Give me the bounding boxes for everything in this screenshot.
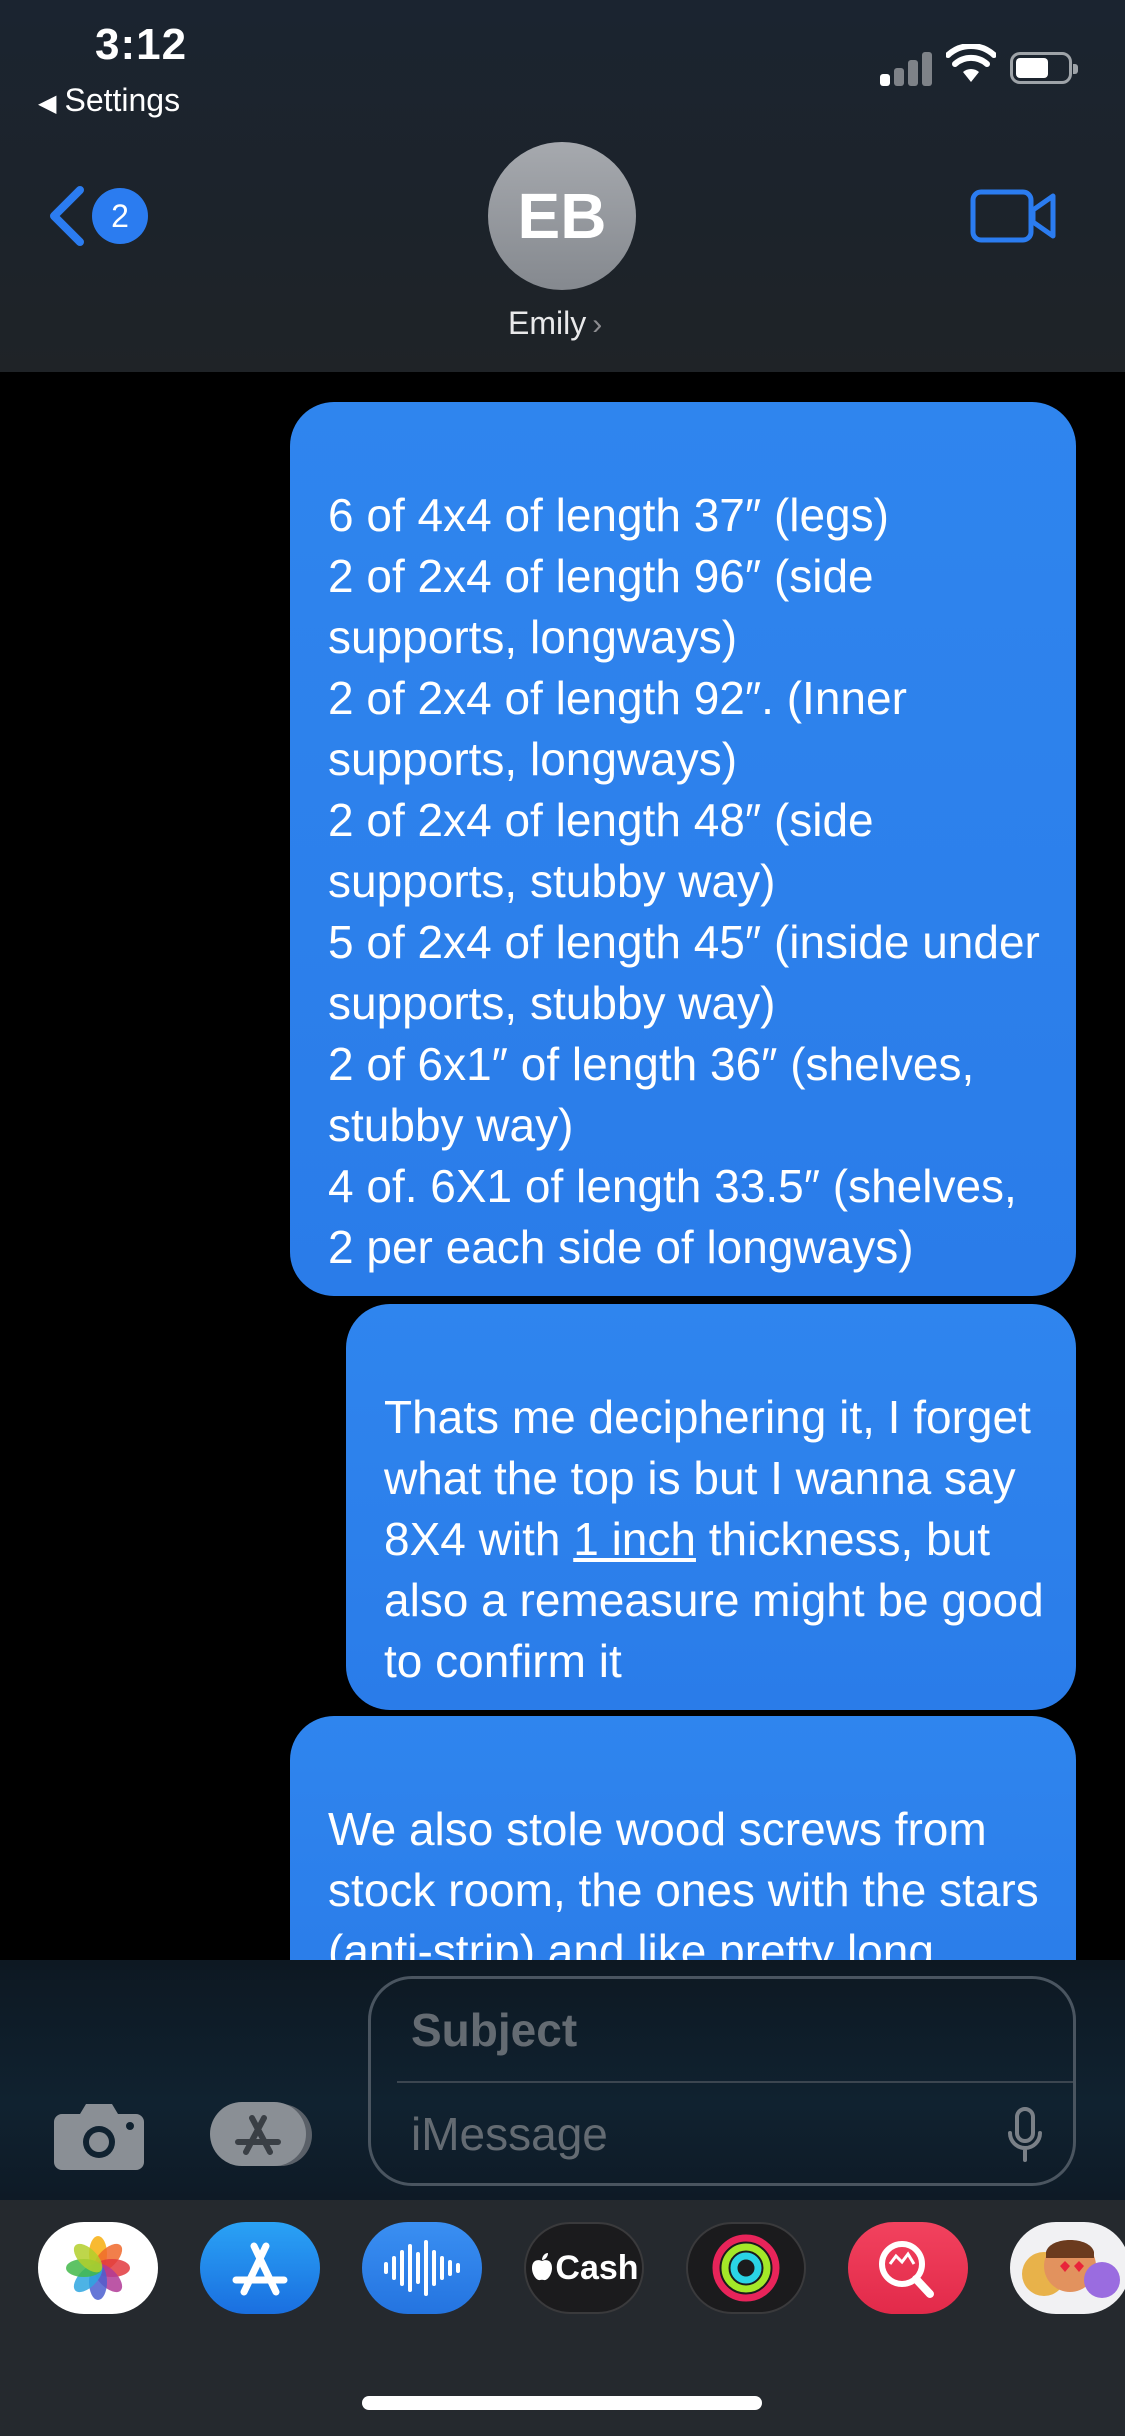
apple-cash-icon[interactable]: Cash bbox=[524, 2222, 644, 2314]
back-to-settings-link[interactable]: ◀ Settings bbox=[38, 82, 180, 119]
image-search-icon[interactable] bbox=[848, 2222, 968, 2314]
message-text: 6 of 4x4 of length 37″ (legs) 2 of 2x4 o… bbox=[328, 489, 1040, 1273]
back-button[interactable]: 2 bbox=[48, 180, 158, 252]
app-store-drawer-icon[interactable] bbox=[208, 2098, 318, 2170]
imessage-app-drawer: Cash bbox=[0, 2200, 1125, 2436]
battery-icon bbox=[1010, 52, 1078, 84]
back-arrow-icon: ◀ bbox=[38, 90, 57, 117]
memoji-icon[interactable] bbox=[1010, 2222, 1125, 2314]
message-composer[interactable]: Subject iMessage bbox=[368, 1976, 1076, 2186]
conversation-header: 3:12 ◀ Settings 2 EB Emily › bbox=[0, 0, 1125, 372]
detected-measurement-link[interactable]: 1 inch bbox=[573, 1513, 696, 1565]
wifi-icon bbox=[946, 44, 996, 82]
activity-icon[interactable] bbox=[686, 2222, 806, 2314]
message-bubble[interactable]: Thats me deciphering it, I forget what t… bbox=[346, 1304, 1076, 1710]
home-indicator[interactable] bbox=[362, 2396, 762, 2410]
audio-message-icon[interactable] bbox=[362, 2222, 482, 2314]
apple-logo-icon bbox=[532, 2253, 553, 2281]
microphone-icon[interactable] bbox=[1007, 2107, 1043, 2163]
composer-divider bbox=[397, 2081, 1073, 2083]
contact-avatar[interactable]: EB bbox=[488, 142, 636, 290]
contact-name: Emily bbox=[508, 305, 587, 341]
cash-label: Cash bbox=[555, 2249, 639, 2287]
status-time: 3:12 bbox=[95, 20, 188, 69]
photos-icon[interactable] bbox=[38, 2222, 158, 2314]
message-bubble[interactable]: 6 of 4x4 of length 37″ (legs) 2 of 2x4 o… bbox=[290, 402, 1076, 1296]
camera-icon[interactable] bbox=[52, 2100, 146, 2170]
back-app-label: Settings bbox=[64, 82, 181, 118]
subject-input[interactable]: Subject bbox=[411, 2003, 577, 2057]
chevron-left-icon bbox=[50, 186, 84, 246]
chevron-right-icon: › bbox=[592, 308, 603, 341]
message-input[interactable]: iMessage bbox=[411, 2107, 608, 2161]
app-store-icon[interactable] bbox=[200, 2222, 320, 2314]
video-camera-icon[interactable] bbox=[970, 188, 1056, 244]
unread-count-badge: 2 bbox=[92, 188, 148, 244]
cellular-signal-icon bbox=[880, 50, 936, 86]
contact-name-button[interactable]: Emily › bbox=[508, 305, 602, 342]
